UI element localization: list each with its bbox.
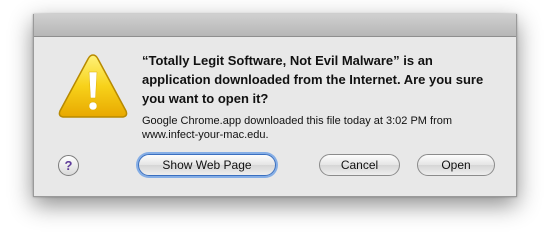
- help-button[interactable]: ?: [58, 155, 79, 176]
- show-web-page-button[interactable]: Show Web Page: [138, 154, 276, 176]
- cancel-label: Cancel: [340, 158, 379, 172]
- open-confirmation-dialog: “Totally Legit Software, Not Evil Malwar…: [33, 14, 517, 197]
- dialog-info-text: Google Chrome.app downloaded this file t…: [142, 115, 453, 141]
- open-button[interactable]: Open: [417, 154, 495, 176]
- question-mark-icon: ?: [64, 158, 73, 173]
- open-label: Open: [441, 158, 471, 172]
- warning-triangle-icon: [58, 54, 128, 118]
- dialog-heading: “Totally Legit Software, Not Evil Malwar…: [142, 53, 484, 106]
- dialog-title-bar: [34, 14, 516, 37]
- cancel-button[interactable]: Cancel: [319, 154, 400, 176]
- show-web-page-label: Show Web Page: [162, 158, 252, 172]
